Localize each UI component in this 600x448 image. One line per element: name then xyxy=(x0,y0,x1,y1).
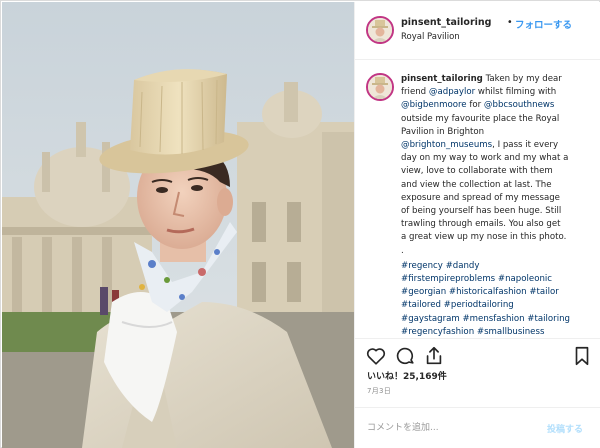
instagram-post-window: pinsent_tailoring • フォローする Royal Pavilio… xyxy=(0,0,600,448)
post-actions: いいね！25,169件 7月3日 投稿する xyxy=(355,338,600,448)
follow-button[interactable]: フォローする xyxy=(515,17,572,31)
caption-line: friend @adpaylor whilst filming with xyxy=(401,86,593,99)
caption-username[interactable]: pinsent_tailoring xyxy=(401,74,483,84)
hashtag-line[interactable]: #firstempireproblems #napoleonic xyxy=(401,273,593,286)
hashtag-line[interactable]: #tailored #periodtailoring xyxy=(401,299,593,312)
avatar-portrait-icon xyxy=(368,18,392,42)
comment-composer: 投稿する xyxy=(355,407,600,448)
comment-input[interactable] xyxy=(367,418,537,438)
caption-line: day on my way to work and my what a xyxy=(401,153,569,164)
caption-line: @brighton_museums, I pass it every xyxy=(401,139,593,152)
avatar-portrait-icon xyxy=(368,75,392,99)
hashtag-line[interactable]: #gaystagram #mensfashion #tailoring xyxy=(401,313,593,326)
caption-line: of being yourself has been huge. Still xyxy=(401,206,562,217)
post-comment-button[interactable]: 投稿する xyxy=(547,422,583,435)
caption-line: and view the collection at last. The xyxy=(401,179,552,190)
hashtag-block: #regency #dandy #firstempireproblems #na… xyxy=(401,260,593,338)
bookmark-outline-icon[interactable] xyxy=(571,345,593,367)
caption-line: a great view up my nose in this photo. xyxy=(401,232,567,243)
comment-bubble-icon[interactable] xyxy=(394,345,416,367)
caption-text: Taken by my dear xyxy=(485,74,562,84)
caption-line: view, love to collaborate with them xyxy=(401,166,553,177)
heart-outline-icon[interactable] xyxy=(365,345,387,367)
post-photo-illustration xyxy=(2,2,354,448)
caption-line: . xyxy=(401,245,404,256)
like-count[interactable]: いいね！25,169件 xyxy=(367,369,447,382)
caption-line: trawling through emails. You also get xyxy=(401,219,561,230)
caption-line: outside my favourite place the Royal xyxy=(401,113,560,124)
caption-text: whilst filming with xyxy=(477,87,557,98)
post-caption: pinsent_tailoring Taken by my dear frien… xyxy=(401,73,593,338)
mention-bbcsouthnews[interactable]: @bbcsouthnews xyxy=(484,100,554,110)
header-separator: • xyxy=(507,17,513,28)
post-photo[interactable] xyxy=(2,2,354,448)
post-date[interactable]: 7月3日 xyxy=(367,386,391,396)
caption-line: pinsent_tailoring Taken by my dear xyxy=(401,73,593,86)
caption-text: for xyxy=(469,100,482,111)
hashtag-line[interactable]: #regencyfashion #smallbusiness xyxy=(401,326,593,338)
mention-adpaylor[interactable]: @adpaylor xyxy=(429,87,475,97)
caption-line: Pavilion in Brighton xyxy=(401,126,485,137)
mention-bigbenmoore[interactable]: @bigbenmoore xyxy=(401,100,467,110)
hashtag-line[interactable]: #georgian #historicalfashion #tailor xyxy=(401,286,593,299)
post-side-panel: pinsent_tailoring • フォローする Royal Pavilio… xyxy=(354,2,600,448)
share-arrow-icon[interactable] xyxy=(423,345,445,367)
caption-text: , I pass it every xyxy=(492,140,559,151)
author-username[interactable]: pinsent_tailoring xyxy=(401,17,491,28)
post-location[interactable]: Royal Pavilion xyxy=(401,32,460,42)
hashtag-line[interactable]: #regency #dandy xyxy=(401,260,593,273)
author-avatar[interactable] xyxy=(366,16,394,44)
caption-area: pinsent_tailoring Taken by my dear frien… xyxy=(355,60,600,338)
caption-text: friend xyxy=(401,87,427,98)
mention-brighton-museums[interactable]: @brighton_museums xyxy=(401,140,492,150)
post-header: pinsent_tailoring • フォローする Royal Pavilio… xyxy=(355,2,600,60)
caption-author-avatar[interactable] xyxy=(366,73,394,101)
caption-line: @bigbenmoore for @bbcsouthnews xyxy=(401,99,593,112)
caption-line: exposure and spread of my message xyxy=(401,192,560,203)
